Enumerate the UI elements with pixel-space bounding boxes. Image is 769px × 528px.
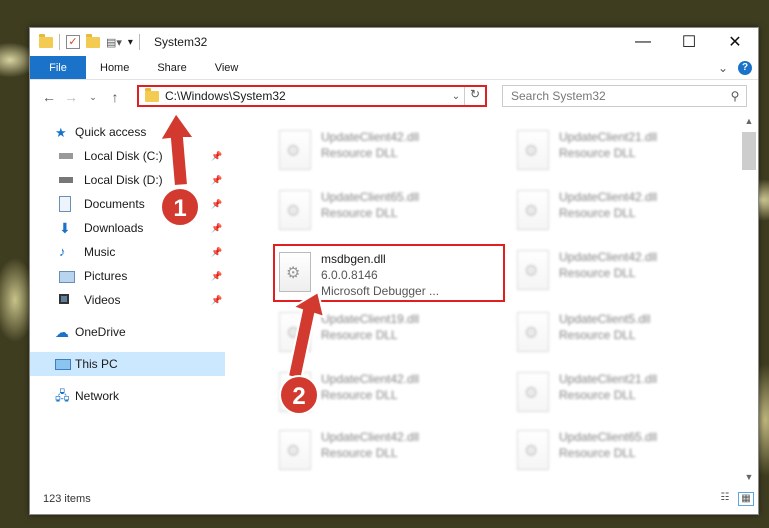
pin-icon[interactable]: 📌 [211,271,222,282]
sidebar-item-network[interactable]: 🖧 Network [30,384,225,408]
dll-file-icon [517,372,549,412]
search-icon: ⚲ [730,89,740,103]
explorer-window: ✓ ▤▾ ▾ System32 — ☐ ✕ File Home Share Vi… [29,27,759,515]
maximize-button[interactable]: ☐ [666,28,712,56]
computer-icon [55,359,71,370]
file-item[interactable]: UpdateClient42.dll Resource DLL [275,424,511,473]
documents-icon [59,196,71,212]
window-controls: — ☐ ✕ [620,28,758,56]
up-icon[interactable]: ↑ [104,89,126,105]
downloads-icon: ⬇ [59,220,71,236]
tab-share[interactable]: Share [143,56,200,79]
status-bar: 123 items ☷ ▦ [30,484,758,514]
sidebar-item-videos[interactable]: Videos 📌 [30,288,225,312]
sidebar-item-this-pc[interactable]: This PC [30,352,225,376]
folder-icon[interactable] [39,33,53,48]
dll-file-icon [517,190,549,230]
pin-icon[interactable]: 📌 [211,151,222,162]
pin-icon[interactable]: 📌 [211,175,222,186]
sidebar-item-local-disk-d[interactable]: Local Disk (D:) 📌 [30,168,225,192]
pin-icon[interactable]: 📌 [211,295,222,306]
file-item[interactable]: UpdateClient21.dll Resource DLL [513,366,740,424]
star-icon: ★ [55,125,67,140]
properties-icon[interactable]: ✓ [66,35,80,49]
file-list: UpdateClient42.dll Resource DLL UpdateCl… [253,118,740,473]
file-item[interactable]: UpdateClient65.dll Resource DLL [275,184,511,242]
new-folder-icon[interactable] [86,33,100,48]
file-item[interactable]: UpdateClient42.dll Resource DLL [275,124,511,182]
forward-icon[interactable]: → [60,89,82,105]
dll-file-icon [279,130,311,170]
title-bar: ✓ ▤▾ ▾ System32 — ☐ ✕ [30,28,758,56]
help-icon[interactable]: ? [738,60,752,75]
tab-home[interactable]: Home [86,56,143,79]
file-item[interactable]: UpdateClient42.dll Resource DLL [513,184,740,242]
back-icon[interactable]: ← [38,89,60,105]
dll-file-icon [279,190,311,230]
annotation-badge-1: 1 [160,187,200,227]
sidebar-item-downloads[interactable]: ⬇ Downloads 📌 [30,216,225,240]
drive-icon [59,177,73,183]
file-item[interactable]: UpdateClient65.dll Resource DLL [513,424,740,473]
dll-file-icon [517,312,549,352]
item-count: 123 items [43,493,91,505]
ribbon-tabs: File Home Share View ⌄ ? [30,56,758,80]
dll-file-icon [279,430,311,470]
sidebar-item-pictures[interactable]: Pictures 📌 [30,264,225,288]
address-bar[interactable]: C:\Windows\System32 ⌄ ↻ [137,85,487,107]
expand-ribbon-icon[interactable]: ⌄ [718,61,728,75]
cloud-icon: ☁ [55,324,69,340]
file-item[interactable]: UpdateClient5.dll Resource DLL [513,306,740,364]
scrollbar-thumb[interactable] [742,132,756,170]
folder-icon [145,87,159,102]
minimize-button[interactable]: — [620,28,666,56]
pin-icon[interactable]: 📌 [211,199,222,210]
view-icon[interactable]: ▤▾ [106,36,122,49]
scroll-up-icon[interactable]: ▲ [741,116,757,126]
refresh-icon[interactable]: ↻ [464,87,485,105]
close-button[interactable]: ✕ [712,28,758,56]
tiles-view-icon[interactable]: ▦ [738,492,754,506]
videos-icon [59,294,69,304]
navigation-pane: ★ Quick access Local Disk (C:) 📌 Local D… [30,120,225,470]
pin-icon[interactable]: 📌 [211,223,222,234]
file-item-msdbgen[interactable]: msdbgen.dll 6.0.0.8146 Microsoft Debugge… [273,244,505,302]
network-icon: 🖧 [55,388,70,403]
view-toggles: ☷ ▦ [712,492,754,506]
file-item[interactable]: UpdateClient21.dll Resource DLL [513,124,740,182]
scroll-down-icon[interactable]: ▼ [741,472,757,482]
dll-file-icon [517,250,549,290]
search-box[interactable]: Search System32 ⚲ [502,85,747,107]
toolbar-separator [138,34,140,50]
customize-toolbar-icon[interactable]: ▾ [128,37,133,48]
recent-locations-icon[interactable]: ⌄ [82,92,104,103]
address-path[interactable]: C:\Windows\System32 [165,89,448,103]
search-input[interactable]: Search System32 [503,89,724,103]
vertical-scrollbar[interactable]: ▲ ▼ [741,116,757,486]
window-title: System32 [153,35,208,49]
pin-icon[interactable]: 📌 [211,247,222,258]
file-item[interactable]: UpdateClient19.dll Resource DLL [275,306,511,364]
music-icon: ♪ [59,244,66,259]
file-item[interactable]: UpdateClient42.dll Resource DLL [513,244,740,302]
dll-file-icon [279,252,311,292]
sidebar-item-local-disk-c[interactable]: Local Disk (C:) 📌 [30,144,225,168]
annotation-badge-2: 2 [279,375,319,415]
sidebar-item-onedrive[interactable]: ☁ OneDrive [30,320,225,344]
toolbar-separator [59,34,60,50]
dll-file-icon [517,430,549,470]
drive-icon [59,153,73,159]
quick-access-toolbar: ✓ ▤▾ ▾ [39,33,146,50]
address-row: ← → ⌄ ↑ C:\Windows\System32 ⌄ ↻ Search S… [30,80,758,114]
details-view-icon[interactable]: ☷ [718,492,732,504]
chevron-down-icon[interactable]: ⌄ [448,91,464,102]
dll-file-icon [517,130,549,170]
pictures-icon [59,271,75,283]
sidebar-item-quick-access[interactable]: ★ Quick access [30,120,225,144]
sidebar-item-music[interactable]: ♪ Music 📌 [30,240,225,264]
dll-file-icon [279,312,311,352]
tab-view[interactable]: View [201,56,253,79]
tab-file[interactable]: File [30,56,86,79]
ribbon-right: ⌄ ? [718,56,758,79]
